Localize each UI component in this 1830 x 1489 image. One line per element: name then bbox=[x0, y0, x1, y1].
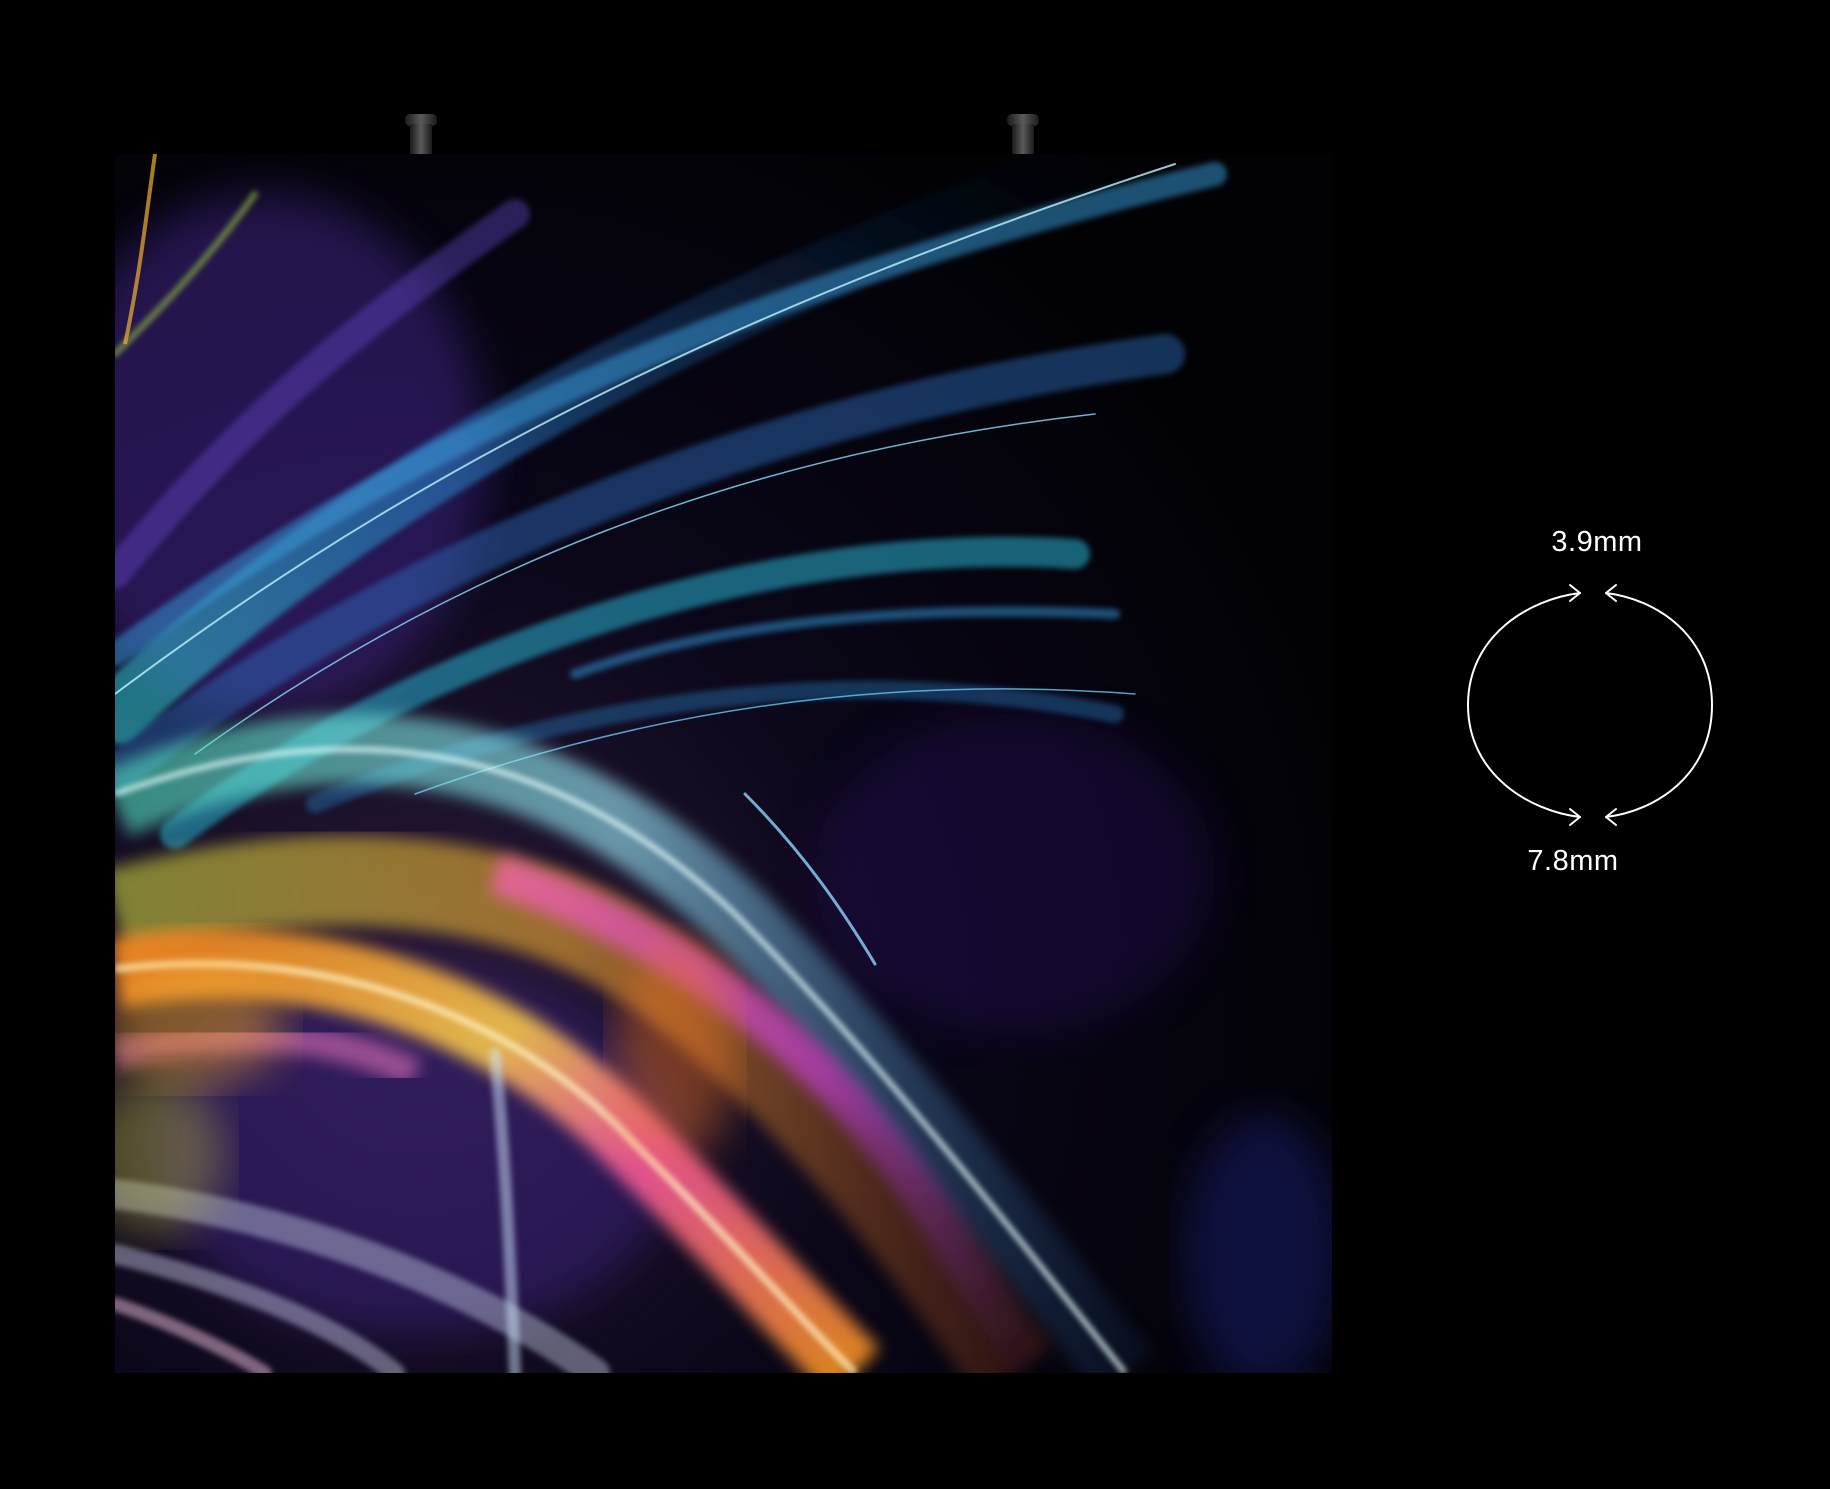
pitch-circle-arrows bbox=[1467, 584, 1713, 826]
curved-arrow-right-icon bbox=[1605, 592, 1713, 818]
pitch-bottom-label: 7.8mm bbox=[1527, 845, 1619, 877]
product-showcase: 3.9mm 7.8mm bbox=[0, 0, 1830, 1489]
mount-pin-left-icon bbox=[403, 114, 439, 154]
pixel-pitch-diagram: 3.9mm 7.8mm bbox=[1440, 515, 1730, 895]
led-panel-image bbox=[115, 154, 1332, 1373]
pitch-top-label: 3.9mm bbox=[1551, 526, 1643, 558]
curved-arrow-left-icon bbox=[1467, 592, 1581, 818]
mount-pin-right-icon bbox=[1005, 114, 1041, 154]
